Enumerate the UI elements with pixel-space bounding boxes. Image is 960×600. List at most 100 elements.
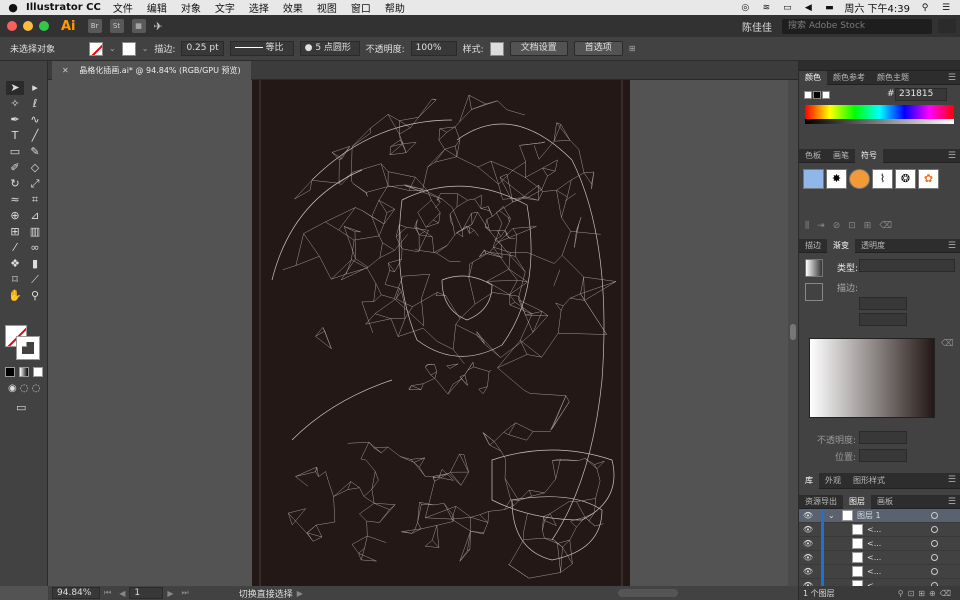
- delete-stop-icon[interactable]: ⌫: [941, 339, 954, 349]
- artboard[interactable]: [252, 80, 630, 586]
- menu-type[interactable]: 文字: [215, 0, 235, 15]
- tab-artboards[interactable]: 画板: [871, 495, 899, 509]
- panel-grip[interactable]: [799, 61, 960, 71]
- stroke-swatch[interactable]: [121, 41, 136, 56]
- last-artboard-icon[interactable]: ⏭: [182, 588, 189, 598]
- eyedropper-tool-icon[interactable]: ⁄: [6, 241, 24, 255]
- tab-layers[interactable]: 图层: [843, 494, 871, 509]
- layers-footer-icons[interactable]: ⚲⊡⊞⊕⌫: [898, 589, 955, 598]
- layer-row[interactable]: 👁 ⌄ 图层 1: [799, 508, 960, 523]
- tab-gradient[interactable]: 渐变: [827, 238, 855, 253]
- mesh-tool-icon[interactable]: ⊞: [6, 225, 24, 239]
- line-tool-icon[interactable]: ╱: [26, 129, 44, 143]
- visibility-eye-icon[interactable]: 👁: [799, 553, 817, 562]
- gradient-slider-preview[interactable]: [809, 338, 935, 418]
- selection-tool-icon[interactable]: ➤: [6, 81, 24, 95]
- break-link-icon[interactable]: ⊘: [833, 221, 841, 231]
- menu-file[interactable]: 文件: [113, 0, 133, 15]
- airplay-icon[interactable]: ▭: [781, 3, 793, 13]
- app-menu[interactable]: Illustrator CC: [26, 2, 101, 13]
- vertical-scrollbar[interactable]: [788, 80, 798, 586]
- workspace-switcher-icon[interactable]: [938, 19, 956, 33]
- eraser-tool-icon[interactable]: ◇: [26, 161, 44, 175]
- color-mode-icon[interactable]: [5, 367, 15, 377]
- target-circle-icon[interactable]: [931, 554, 938, 561]
- tab-appearance[interactable]: 外观: [819, 474, 847, 488]
- close-tab-icon[interactable]: ✕: [62, 66, 69, 75]
- fill-swatch[interactable]: [89, 41, 104, 56]
- tab-color-themes[interactable]: 颜色主题: [871, 71, 915, 85]
- sublayer-row[interactable]: 👁 <...: [799, 522, 960, 537]
- canvas-area[interactable]: [48, 80, 788, 586]
- symbol-ribbon[interactable]: ⌇: [872, 169, 893, 189]
- sublayer-name[interactable]: <...: [867, 553, 881, 562]
- symbol-sprayer-tool-icon[interactable]: ❖: [6, 257, 24, 271]
- visibility-eye-icon[interactable]: 👁: [799, 539, 817, 548]
- pen-tool-icon[interactable]: ✒: [6, 113, 24, 127]
- stroke-color-box[interactable]: [16, 336, 40, 360]
- direct-selection-tool-icon[interactable]: ▸: [26, 81, 44, 95]
- document-setup-button[interactable]: 文档设置: [509, 41, 568, 56]
- symbol-library-icon[interactable]: ⫼: [805, 221, 809, 231]
- sublayer-row[interactable]: 👁 <...: [799, 536, 960, 551]
- white-swatch[interactable]: [822, 91, 830, 99]
- sublayer-row[interactable]: 👁 <...: [799, 550, 960, 565]
- user-account[interactable]: 陈佳佳: [742, 19, 772, 34]
- target-circle-icon[interactable]: [931, 526, 938, 533]
- panel-menu-icon[interactable]: ☰: [948, 149, 956, 163]
- graphic-style-swatch[interactable]: [489, 41, 504, 56]
- type-tool-icon[interactable]: T: [6, 129, 24, 143]
- layer-name[interactable]: 图层 1: [857, 510, 881, 521]
- menu-view[interactable]: 视图: [317, 0, 337, 15]
- apple-menu-icon[interactable]: ●: [0, 1, 26, 14]
- tab-brushes[interactable]: 画笔: [827, 149, 855, 163]
- target-circle-icon[interactable]: [931, 540, 938, 547]
- rectangle-tool-icon[interactable]: ▭: [6, 145, 24, 159]
- zoom-tool-icon[interactable]: ⚲: [26, 289, 44, 303]
- visibility-eye-icon[interactable]: 👁: [799, 511, 817, 520]
- gradient-fill-stroke-icon[interactable]: [805, 283, 823, 301]
- document-tab[interactable]: ✕ 晶格化插画.ai* @ 94.84% (RGB/GPU 预览): [52, 61, 251, 80]
- gradient-thumbnail[interactable]: [805, 259, 823, 277]
- delete-symbol-icon[interactable]: ⌫: [879, 221, 892, 231]
- zoom-window-button[interactable]: [39, 21, 49, 31]
- artboard-number-field[interactable]: 1: [129, 587, 164, 599]
- menu-select[interactable]: 选择: [249, 0, 269, 15]
- panel-menu-icon[interactable]: ☰: [948, 71, 956, 85]
- spotlight-icon[interactable]: ⚲: [919, 3, 931, 13]
- shaper-tool-icon[interactable]: ✐: [6, 161, 24, 175]
- tab-color[interactable]: 颜色: [799, 70, 827, 85]
- previous-artboard-icon[interactable]: ◀: [119, 589, 125, 598]
- sublayer-row[interactable]: 👁 <...: [799, 564, 960, 579]
- sublayer-name[interactable]: <...: [867, 525, 881, 534]
- creative-cloud-icon[interactable]: ◎: [739, 3, 751, 13]
- magic-wand-tool-icon[interactable]: ✧: [6, 97, 24, 111]
- brush-definition-dropdown[interactable]: ● 5 点圆形: [299, 41, 360, 56]
- zoom-level-field[interactable]: 94.84%: [52, 587, 100, 599]
- wifi-icon[interactable]: ≋: [760, 3, 772, 13]
- gradient-tool-icon[interactable]: ▥: [26, 225, 44, 239]
- scale-tool-icon[interactable]: ⤢: [26, 177, 44, 191]
- artboard-tool-icon[interactable]: ⌑: [6, 273, 24, 287]
- drawing-mode-icon[interactable]: ◉ ◌ ◌: [8, 383, 41, 394]
- align-options-icon[interactable]: ⊞: [629, 44, 636, 53]
- minimize-window-button[interactable]: [23, 21, 33, 31]
- sublayer-name[interactable]: <...: [867, 539, 881, 548]
- opacity-field[interactable]: 100%: [410, 41, 457, 56]
- preferences-button[interactable]: 首选项: [573, 41, 623, 56]
- panel-menu-icon[interactable]: ☰: [948, 495, 956, 509]
- opacity-label[interactable]: 不透明度:: [366, 42, 405, 55]
- symbol-blue-bar[interactable]: [803, 169, 824, 189]
- stock-button[interactable]: St: [109, 19, 124, 33]
- gradient-position-field[interactable]: [859, 449, 907, 462]
- gradient-aspect-field[interactable]: [859, 313, 907, 326]
- none-mode-icon[interactable]: [33, 367, 43, 377]
- tab-symbols[interactable]: 符号: [855, 148, 883, 163]
- slice-tool-icon[interactable]: ⟋: [26, 273, 44, 287]
- gradient-angle-field[interactable]: [859, 297, 907, 310]
- chevron-down-icon[interactable]: ⌄: [142, 44, 149, 53]
- menu-help[interactable]: 帮助: [385, 0, 405, 15]
- free-transform-tool-icon[interactable]: ⌗: [26, 193, 44, 207]
- none-swatch[interactable]: [804, 91, 812, 99]
- horizontal-scrollbar[interactable]: [618, 589, 678, 597]
